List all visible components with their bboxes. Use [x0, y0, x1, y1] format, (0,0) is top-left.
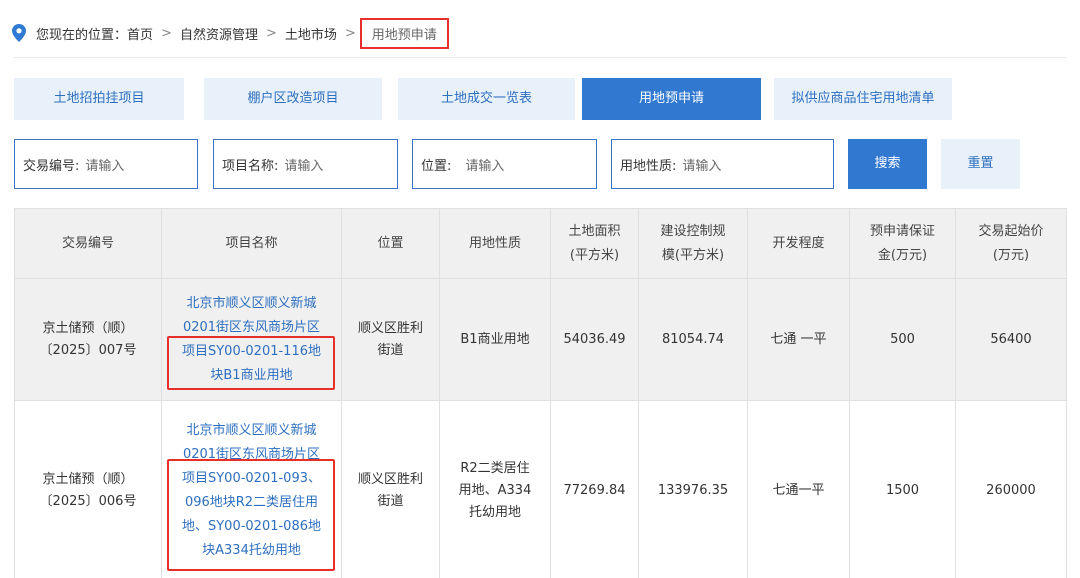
tab-land-auction-projects[interactable]: 土地招拍挂项目 — [14, 78, 184, 120]
transaction-code-label: 交易编号: — [23, 158, 80, 174]
header-transaction-code: 交易编号 — [14, 208, 162, 279]
location-input[interactable]: 位置: 请输入 — [412, 139, 597, 189]
cell-transaction-code: 京土储预（顺） 〔2025〕006号 — [14, 400, 162, 578]
cell-transaction-code: 京土储预（顺） 〔2025〕007号 — [14, 278, 162, 401]
land-use-input[interactable]: 用地性质: 请输入 — [611, 139, 834, 189]
project-name-label: 项目名称: — [222, 158, 279, 174]
tab-shantytown-projects[interactable]: 棚户区改造项目 — [204, 78, 382, 120]
cell-location: 顺义区胜利 街道 — [341, 400, 440, 578]
breadcrumb-prefix: 您现在的位置： — [36, 27, 128, 43]
transaction-code-input[interactable]: 交易编号: 请输入 — [14, 139, 198, 189]
project-name-placeholder: 请输入 — [284, 158, 324, 174]
header-development-level: 开发程度 — [747, 208, 850, 279]
cell-construction-scale: 133976.35 — [638, 400, 748, 578]
header-land-area: 土地面积 (平方米) — [550, 208, 639, 279]
cell-starting-price: 260000 — [955, 400, 1067, 578]
cell-development-level: 七通一平 — [747, 400, 850, 578]
breadcrumb-land-market-link[interactable]: 土地市场 — [285, 24, 337, 43]
header-deposit: 预申请保证 金(万元) — [849, 208, 956, 279]
cell-deposit: 1500 — [849, 400, 956, 578]
header-construction-scale: 建设控制规 模(平方米) — [638, 208, 748, 279]
location-pin-icon — [12, 24, 26, 42]
cell-project-name: 北京市顺义区顺义新城 0201街区东风商场片区 项目SY00-0201-093、… — [161, 400, 342, 578]
header-location: 位置 — [341, 208, 440, 279]
breadcrumb: 您现在的位置： 首页 > 自然资源管理 > 土地市场 > 用地预申请 — [12, 17, 449, 49]
pre-application-table: 交易编号 项目名称 位置 用地性质 土地面积 (平方米) 建设控制规 模(平方米) … — [14, 208, 1067, 578]
search-button[interactable]: 搜索 — [848, 139, 927, 189]
breadcrumb-separator: > — [344, 25, 356, 41]
project-name-link[interactable]: 北京市顺义区顺义新城 0201街区东风商场片区 项目SY00-0201-116地… — [168, 292, 335, 388]
cell-land-area: 77269.84 — [550, 400, 639, 578]
cell-starting-price: 56400 — [955, 278, 1067, 401]
cell-deposit: 500 — [849, 278, 956, 401]
header-land-use: 用地性质 — [439, 208, 551, 279]
project-name-input[interactable]: 项目名称: 请输入 — [213, 139, 398, 189]
cell-land-use: R2二类居住 用地、A334 托幼用地 — [439, 400, 551, 578]
breadcrumb-current: 用地预申请 — [359, 17, 449, 49]
breadcrumb-home-link[interactable]: 首页 — [127, 24, 153, 43]
table-row: 京土储预（顺） 〔2025〕006号 北京市顺义区顺义新城 0201街区东风商场片… — [14, 400, 1067, 578]
cell-development-level: 七通 一平 — [747, 278, 850, 401]
tab-residential-land-supply-list[interactable]: 拟供应商品住宅用地清单 — [774, 78, 952, 120]
table-header-row: 交易编号 项目名称 位置 用地性质 土地面积 (平方米) 建设控制规 模(平方米) … — [14, 208, 1067, 279]
breadcrumb-natural-resources-link[interactable]: 自然资源管理 — [180, 24, 258, 43]
land-use-placeholder: 请输入 — [682, 158, 722, 174]
cell-project-name: 北京市顺义区顺义新城 0201街区东风商场片区 项目SY00-0201-116地… — [161, 278, 342, 401]
tab-land-transactions[interactable]: 土地成交一览表 — [398, 78, 575, 120]
header-starting-price: 交易起始价 (万元) — [955, 208, 1067, 279]
table-row: 京土储预（顺） 〔2025〕007号 北京市顺义区顺义新城 0201街区东风商场片… — [14, 278, 1067, 401]
divider — [14, 57, 1066, 58]
breadcrumb-separator: > — [265, 25, 277, 41]
reset-button[interactable]: 重置 — [941, 139, 1020, 189]
land-use-label: 用地性质: — [620, 158, 677, 174]
location-label: 位置: — [421, 158, 452, 174]
location-placeholder: 请输入 — [465, 158, 505, 174]
cell-construction-scale: 81054.74 — [638, 278, 748, 401]
breadcrumb-separator: > — [161, 25, 172, 41]
cell-location: 顺义区胜利 街道 — [341, 278, 440, 401]
project-name-link[interactable]: 北京市顺义区顺义新城 0201街区东风商场片区 项目SY00-0201-093、… — [168, 419, 335, 563]
transaction-code-placeholder: 请输入 — [85, 158, 125, 174]
header-project-name: 项目名称 — [161, 208, 342, 279]
cell-land-area: 54036.49 — [550, 278, 639, 401]
cell-land-use: B1商业用地 — [439, 278, 551, 401]
tab-land-pre-application[interactable]: 用地预申请 — [582, 78, 761, 120]
